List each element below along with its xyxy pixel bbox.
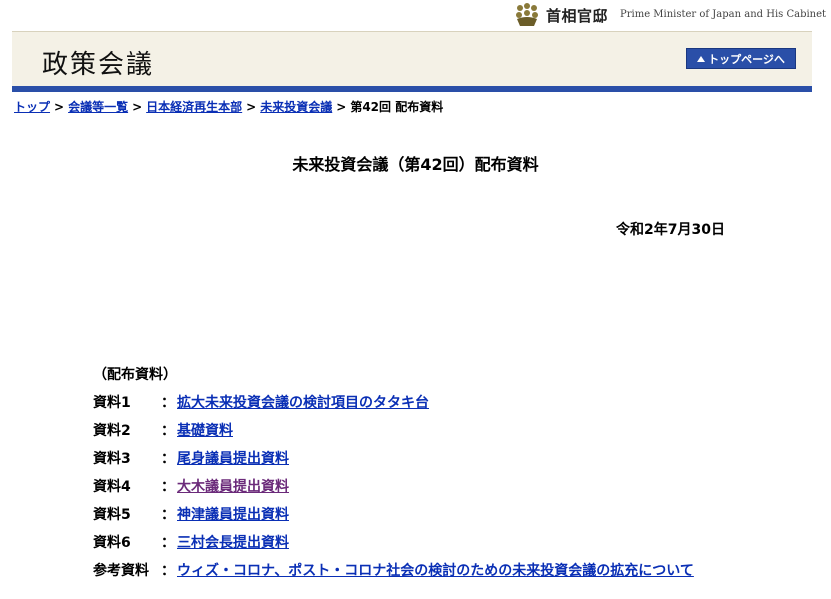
material-label: 資料5 (93, 507, 131, 523)
site-name-en[interactable]: Prime Minister of Japan and His Cabinet (620, 9, 826, 20)
breadcrumb-current: 第42回 配布資料 (350, 100, 444, 114)
material-label: 資料4 (93, 479, 131, 495)
material-label: 参考資料 (93, 563, 149, 579)
material-link[interactable]: 尾身議員提出資料 (177, 448, 289, 468)
material-link[interactable]: 大木議員提出資料 (177, 476, 289, 496)
breadcrumb-link-council[interactable]: 未来投資会議 (260, 100, 332, 114)
material-label: 資料1 (93, 395, 131, 411)
material-label: 資料6 (93, 535, 131, 551)
paulownia-emblem-icon (516, 3, 538, 26)
arrow-up-icon (697, 55, 706, 62)
material-label: 資料3 (93, 451, 131, 467)
top-page-button[interactable]: トップページへ (686, 48, 796, 69)
breadcrumb: トップ > 会議等一覧 > 日本経済再生本部 > 未来投資会議 > 第42回 配布資料 (14, 100, 444, 114)
site-name[interactable]: 首相官邸 (546, 5, 608, 26)
breadcrumb-link-headquarters[interactable]: 日本経済再生本部 (146, 100, 242, 114)
page-title: 未来投資会議（第42回）配布資料 (292, 155, 539, 174)
breadcrumb-link-meetings[interactable]: 会議等一覧 (68, 100, 128, 114)
top-page-button-label: トップページへ (708, 52, 785, 66)
list-item: 資料5： 神津議員提出資料 (93, 504, 694, 532)
list-item: 資料2： 基礎資料 (93, 420, 694, 448)
material-link[interactable]: 三村会長提出資料 (177, 532, 289, 552)
list-item: 資料3： 尾身議員提出資料 (93, 448, 694, 476)
material-link[interactable]: 拡大未来投資会議の検討項目のタタキ台 (177, 392, 429, 412)
accent-bar (12, 86, 812, 92)
list-item: 資料4： 大木議員提出資料 (93, 476, 694, 504)
breadcrumb-link-top[interactable]: トップ (14, 100, 50, 114)
list-item: 資料1： 拡大未来投資会議の検討項目のタタキ台 (93, 392, 694, 420)
list-item: 参考資料： ウィズ・コロナ、ポスト・コロナ社会の検討のための未来投資会議の拡充に… (93, 560, 694, 588)
section-title: 政策会議 (42, 50, 155, 80)
site-header: 首相官邸 Prime Minister of Japan and His Cab… (0, 0, 831, 30)
list-item: 資料6： 三村会長提出資料 (93, 532, 694, 560)
materials-list: 資料1： 拡大未来投資会議の検討項目のタタキ台 資料2： 基礎資料 資料3： 尾… (93, 392, 694, 588)
section-label: （配布資料） (93, 367, 177, 383)
material-link[interactable]: 神津議員提出資料 (177, 504, 289, 524)
material-link[interactable]: ウィズ・コロナ、ポスト・コロナ社会の検討のための未来投資会議の拡充について (177, 560, 694, 580)
meeting-date: 令和2年7月30日 (616, 222, 725, 238)
material-link[interactable]: 基礎資料 (177, 420, 233, 440)
material-label: 資料2 (93, 423, 131, 439)
section-banner: 政策会議 トップページへ (12, 31, 812, 86)
